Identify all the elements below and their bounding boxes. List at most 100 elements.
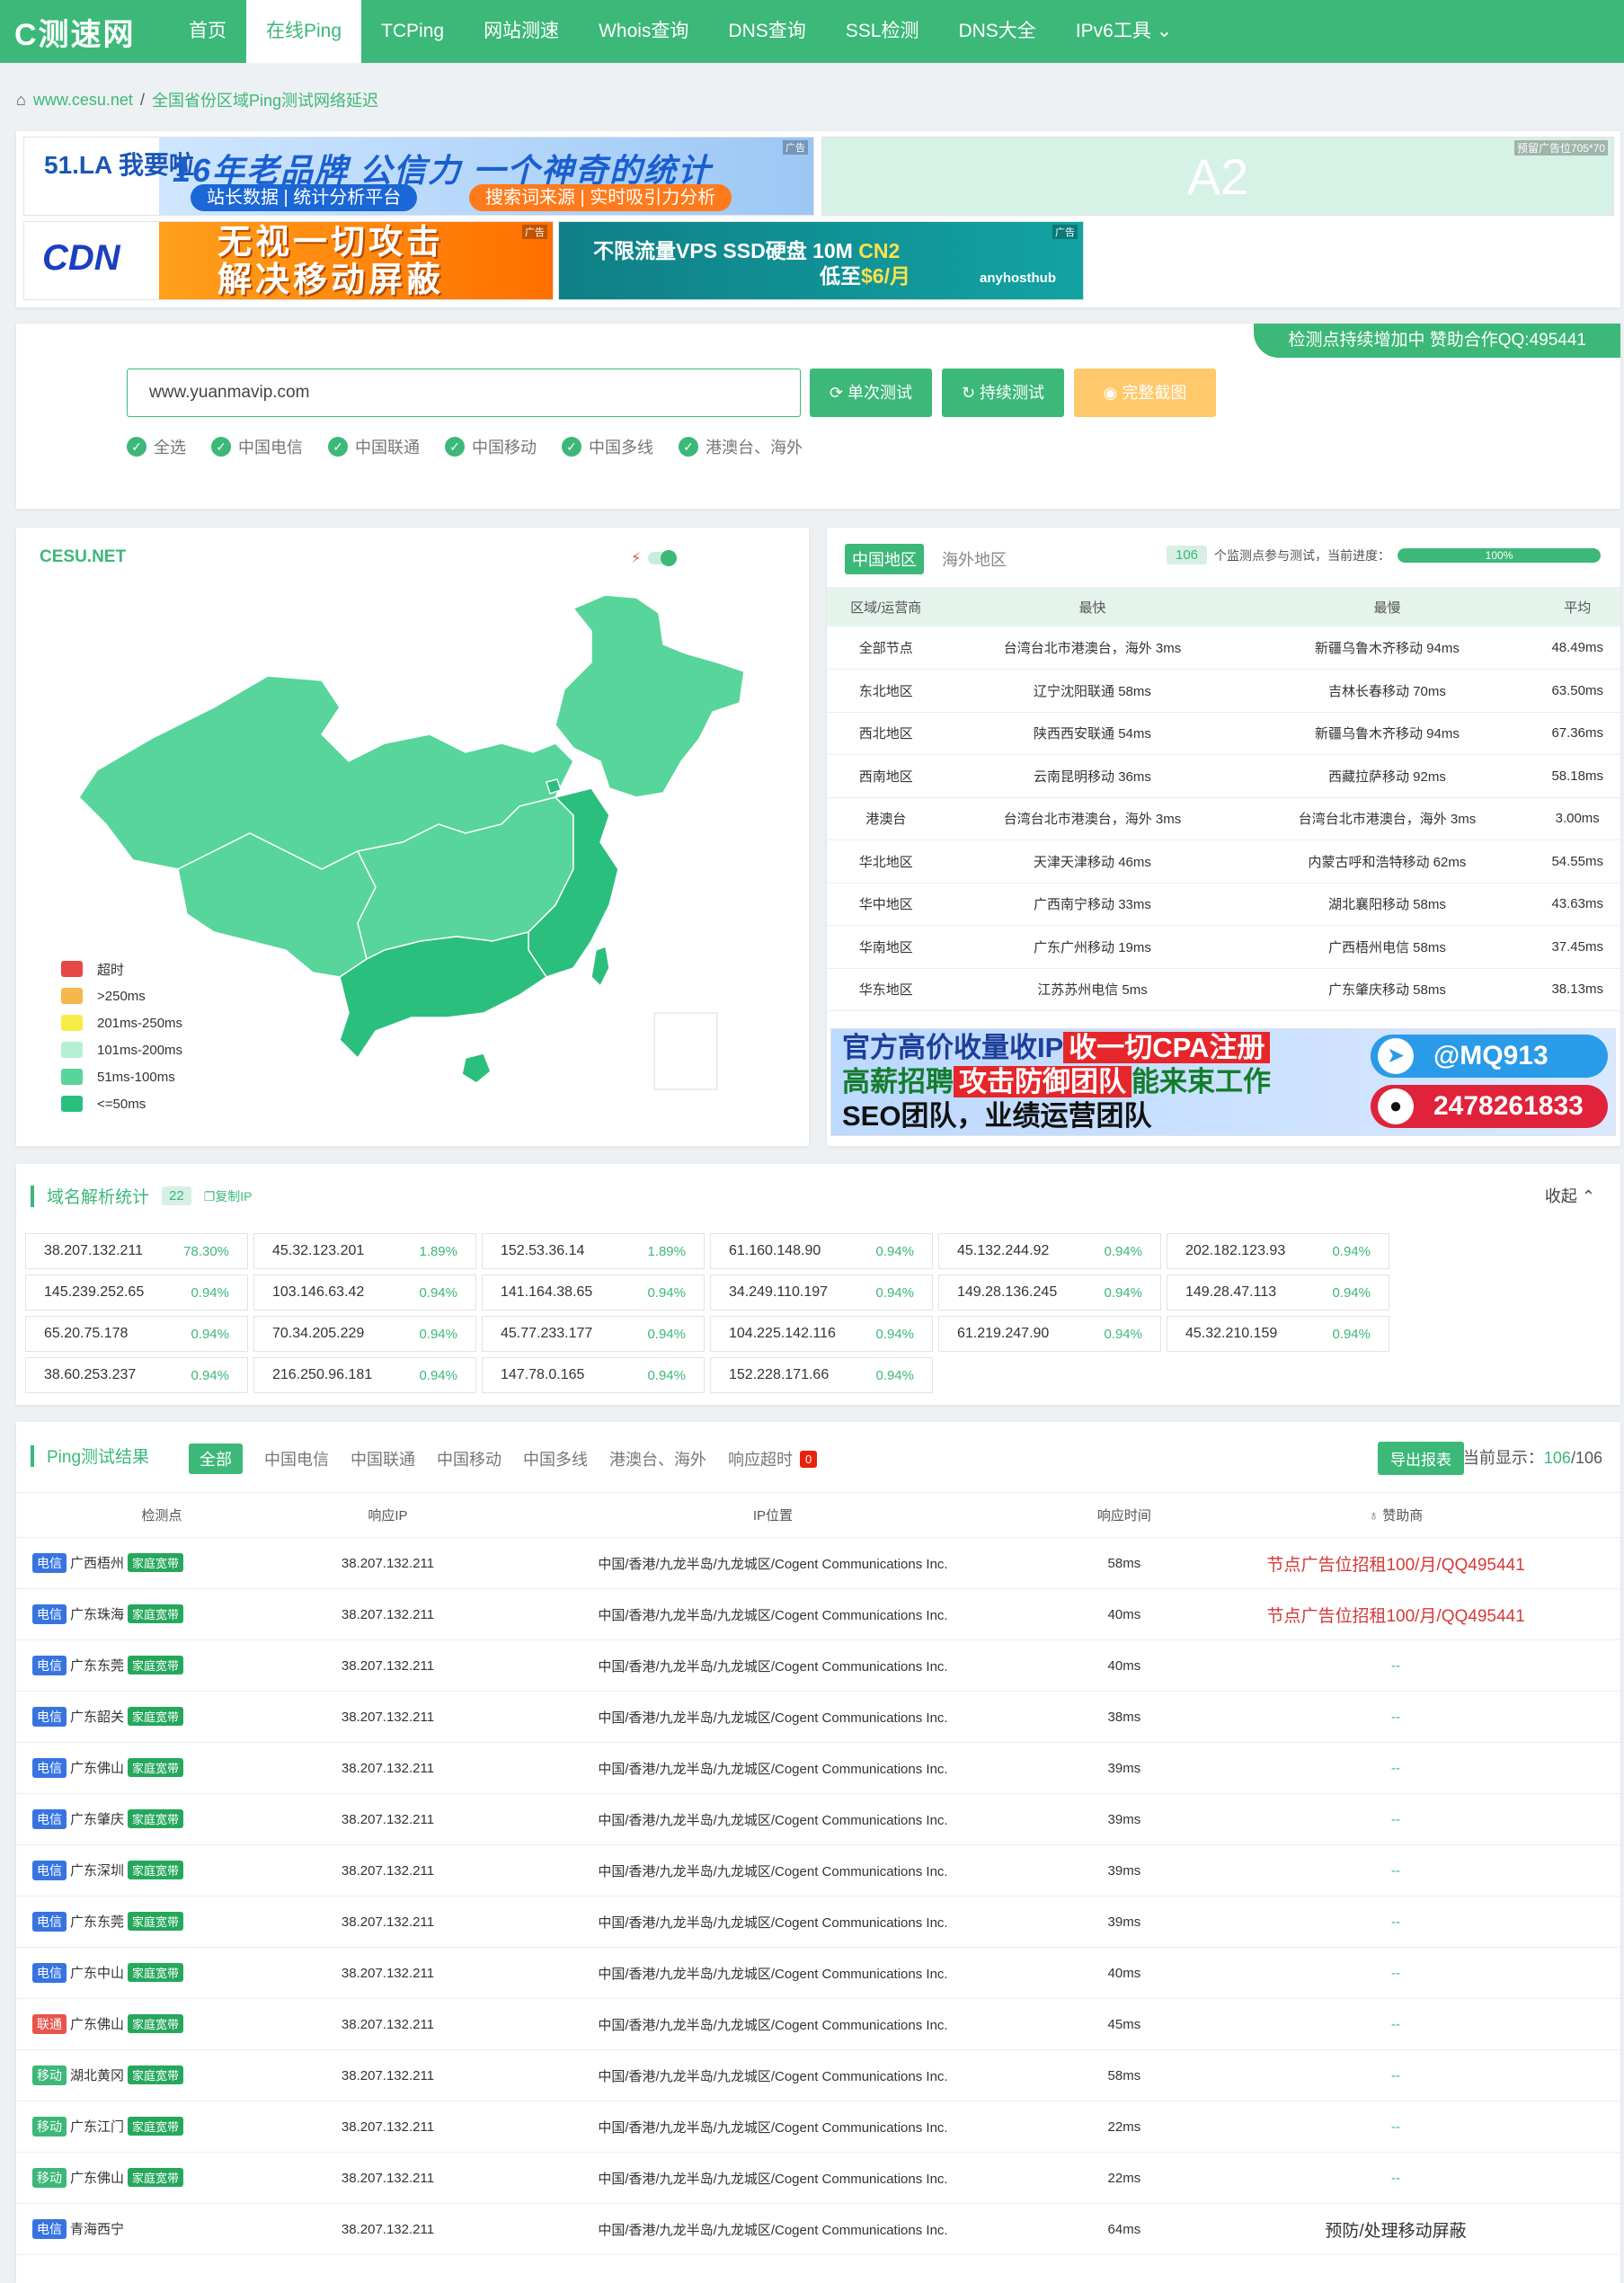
table-row[interactable]: 移动 湖北黄冈 家庭宽带 38.207.132.211 中国/香港/九龙半岛/九龙城区/…	[16, 2049, 1620, 2101]
ip-cell[interactable]: 149.28.47.113 0.94%	[1167, 1275, 1389, 1310]
ip-cell[interactable]: 145.239.252.65 0.94%	[25, 1275, 248, 1310]
ip-cell[interactable]: 45.32.210.159 0.94%	[1167, 1316, 1389, 1352]
nav-item-7[interactable]: DNS大全	[938, 0, 1055, 63]
ip-cell[interactable]: 141.164.38.65 0.94%	[482, 1275, 705, 1310]
site-name: 广东佛山	[70, 2171, 125, 2186]
table-row[interactable]: 移动 广东江门 家庭宽带 38.207.132.211 中国/香港/九龙半岛/九龙城区/…	[16, 2101, 1620, 2153]
ad-banner-cdn[interactable]: CDN 无视一切攻击 解决移动屏蔽 广告	[23, 221, 554, 300]
table-row[interactable]: 电信 广东佛山 家庭宽带 38.207.132.211 中国/香港/九龙半岛/九龙城区/…	[16, 1742, 1620, 1794]
nav-item-0[interactable]: 首页	[169, 0, 246, 63]
table-row[interactable]: 电信 广东中山 家庭宽带 38.207.132.211 中国/香港/九龙半岛/九龙城区/…	[16, 1947, 1620, 1999]
response-time: 39ms	[1077, 1742, 1172, 1794]
sponsor-cell: --	[1171, 1639, 1620, 1692]
ad-banner-recruit[interactable]: 官方高价收量收IP 收一切CPA注册 高薪招聘 攻击防御团队 能来束工作 SEO团队，…	[830, 1028, 1616, 1136]
response-time: 22ms	[1077, 2101, 1172, 2153]
breadcrumb-home-link[interactable]: www.cesu.net	[33, 91, 133, 110]
camera-icon: ◉	[1103, 384, 1118, 402]
ip-cell[interactable]: 61.160.148.90 0.94%	[710, 1233, 933, 1269]
ip-address: 104.225.142.116	[729, 1326, 836, 1341]
site-name: 广西梧州	[70, 1556, 125, 1571]
nav-item-3[interactable]: 网站测速	[464, 0, 579, 63]
telegram-contact[interactable]: ➤ @MQ913	[1371, 1035, 1608, 1078]
nav-item-2[interactable]: TCPing	[361, 0, 464, 63]
ip-cell[interactable]: 202.182.123.93 0.94%	[1167, 1233, 1389, 1269]
nav-item-8[interactable]: IPv6工具 ⌄	[1056, 0, 1192, 63]
nav-item-6[interactable]: SSL检测	[826, 0, 939, 63]
qq-contact[interactable]: ● 2478261833	[1371, 1085, 1608, 1128]
screenshot-button[interactable]: ◉ 完整截图	[1074, 369, 1216, 417]
continuous-test-button[interactable]: ↻ 持续测试	[942, 369, 1064, 417]
result-tab-3[interactable]: 中国移动	[437, 1447, 501, 1470]
ad-banner-vps[interactable]: 不限流量VPS SSD硬盘 10M CN2 低至$6/月 anyhosthub …	[558, 221, 1084, 300]
sponsor-text[interactable]: 节点广告位招租100/月/QQ495441	[1266, 1607, 1524, 1626]
timeout-count-badge: 0	[800, 1450, 818, 1468]
legend-swatch	[61, 1015, 83, 1031]
filter-4[interactable]: ✓ 中国多线	[562, 435, 653, 458]
copy-ip-button[interactable]: ❐复制IP	[204, 1187, 253, 1205]
table-row[interactable]: 电信 青海西宁 38.207.132.211 中国/香港/九龙半岛/九龙城区/Coge…	[16, 2203, 1620, 2255]
response-time: 40ms	[1077, 1639, 1172, 1692]
tab-overseas[interactable]: 海外地区	[935, 544, 1014, 574]
ip-cell[interactable]: 45.132.244.92 0.94%	[938, 1233, 1161, 1269]
table-row[interactable]: 电信 广东东莞 家庭宽带 38.207.132.211 中国/香港/九龙半岛/九龙城区/…	[16, 1896, 1620, 1948]
nav-item-5[interactable]: DNS查询	[708, 0, 825, 63]
table-row[interactable]: 电信 广西梧州 家庭宽带 38.207.132.211 中国/香港/九龙半岛/九龙城区/…	[16, 1537, 1620, 1589]
table-row[interactable]: 联通 广东佛山 家庭宽带 38.207.132.211 中国/香港/九龙半岛/九龙城区/…	[16, 1998, 1620, 2050]
ip-cell[interactable]: 70.34.205.229 0.94%	[253, 1316, 476, 1352]
ad-banner-51la[interactable]: 51.LA 我要啦 16年老品牌 公信力 一个神奇的统计 站长数据 | 统计分析…	[23, 137, 814, 216]
ad-vps-logo: anyhosthub	[980, 271, 1056, 286]
table-row[interactable]: 电信 广东肇庆 家庭宽带 38.207.132.211 中国/香港/九龙半岛/九龙城区/…	[16, 1793, 1620, 1845]
ip-cell[interactable]: 38.207.132.211 78.30%	[25, 1233, 248, 1269]
ip-cell[interactable]: 61.219.247.90 0.94%	[938, 1316, 1161, 1352]
result-tab-5[interactable]: 港澳台、海外	[609, 1447, 706, 1470]
site-cell: 电信 广东东莞 家庭宽带	[16, 1639, 307, 1692]
table-row[interactable]: 电信 广东韶关 家庭宽带 38.207.132.211 中国/香港/九龙半岛/九龙城区/…	[16, 1691, 1620, 1743]
nav-item-1[interactable]: 在线Ping	[246, 0, 362, 63]
filter-3[interactable]: ✓ 中国移动	[445, 435, 537, 458]
ip-cell[interactable]: 216.250.96.181 0.94%	[253, 1357, 476, 1393]
nav-item-4[interactable]: Whois查询	[579, 0, 708, 63]
ip-cell[interactable]: 45.77.233.177 0.94%	[482, 1316, 705, 1352]
table-row[interactable]: 移动 广东佛山 家庭宽带 38.207.132.211 中国/香港/九龙半岛/九龙城区/…	[16, 2152, 1620, 2204]
site-logo[interactable]: C测速网	[14, 13, 136, 52]
table-row[interactable]: 电信 广东珠海 家庭宽带 38.207.132.211 中国/香港/九龙半岛/九龙城区/…	[16, 1588, 1620, 1640]
ad-banner-a2[interactable]: A2 预留广告位705*70	[821, 137, 1614, 216]
ip-cell[interactable]: 45.32.123.201 1.89%	[253, 1233, 476, 1269]
url-input[interactable]: www.yuanmavip.com	[127, 369, 801, 417]
ad-51la-sub1: 站长数据 | 统计分析平台	[191, 184, 418, 211]
result-tab-1[interactable]: 中国电信	[264, 1447, 329, 1470]
single-test-button[interactable]: ⟳ 单次测试	[810, 369, 932, 417]
ip-cell[interactable]: 147.78.0.165 0.94%	[482, 1357, 705, 1393]
filter-1[interactable]: ✓ 中国电信	[211, 435, 303, 458]
ip-cell[interactable]: 103.146.63.42 0.94%	[253, 1275, 476, 1310]
ad-vps-line1b: CN2	[858, 239, 901, 262]
ip-cell[interactable]: 38.60.253.237 0.94%	[25, 1357, 248, 1393]
table-row[interactable]: 电信 广东深圳 家庭宽带 38.207.132.211 中国/香港/九龙半岛/九龙城区/…	[16, 1844, 1620, 1897]
breadcrumb-current[interactable]: 全国省份区域Ping测试网络延迟	[152, 88, 378, 111]
table-row[interactable]: 电信 广东东莞 家庭宽带 38.207.132.211 中国/香港/九龙半岛/九龙城区/…	[16, 1639, 1620, 1692]
result-tab-2[interactable]: 中国联通	[351, 1447, 415, 1470]
promo-banner[interactable]: 检测点持续增加中 赞助合作QQ:495441	[1254, 324, 1620, 358]
result-tab-6[interactable]: 响应超时	[728, 1447, 793, 1470]
result-tab-0[interactable]: 全部	[189, 1444, 243, 1474]
result-tab-4[interactable]: 中国多线	[523, 1447, 588, 1470]
sponsor-text[interactable]: 节点广告位招租100/月/QQ495441	[1266, 1556, 1524, 1575]
filter-2[interactable]: ✓ 中国联通	[328, 435, 420, 458]
site-cell: 移动 广东佛山 家庭宽带	[16, 2152, 307, 2204]
ip-cell[interactable]: 104.225.142.116 0.94%	[710, 1316, 933, 1352]
filter-5[interactable]: ✓ 港澳台、海外	[679, 435, 803, 458]
stats-cell: 内蒙古呼和浩特移动 62ms	[1239, 839, 1535, 884]
ip-cell[interactable]: 65.20.75.178 0.94%	[25, 1316, 248, 1352]
site-cell: 电信 广东韶关 家庭宽带	[16, 1691, 307, 1743]
tab-china[interactable]: 中国地区	[845, 544, 924, 574]
export-report-button[interactable]: 导出报表	[1378, 1442, 1464, 1475]
collapse-button[interactable]: 收起 ⌃	[1545, 1184, 1595, 1207]
ip-cell[interactable]: 152.228.171.66 0.94%	[710, 1357, 933, 1393]
filter-0[interactable]: ✓ 全选	[127, 435, 186, 458]
ip-cell[interactable]: 34.249.110.197 0.94%	[710, 1275, 933, 1310]
ad-a2-text: A2	[1186, 147, 1249, 205]
ip-cell[interactable]: 152.53.36.14 1.89%	[482, 1233, 705, 1269]
sponsor-text[interactable]: 预防/处理移动屏蔽	[1325, 2222, 1466, 2241]
header-label: 检测点	[141, 1508, 182, 1523]
ip-cell[interactable]: 149.28.136.245 0.94%	[938, 1275, 1161, 1310]
